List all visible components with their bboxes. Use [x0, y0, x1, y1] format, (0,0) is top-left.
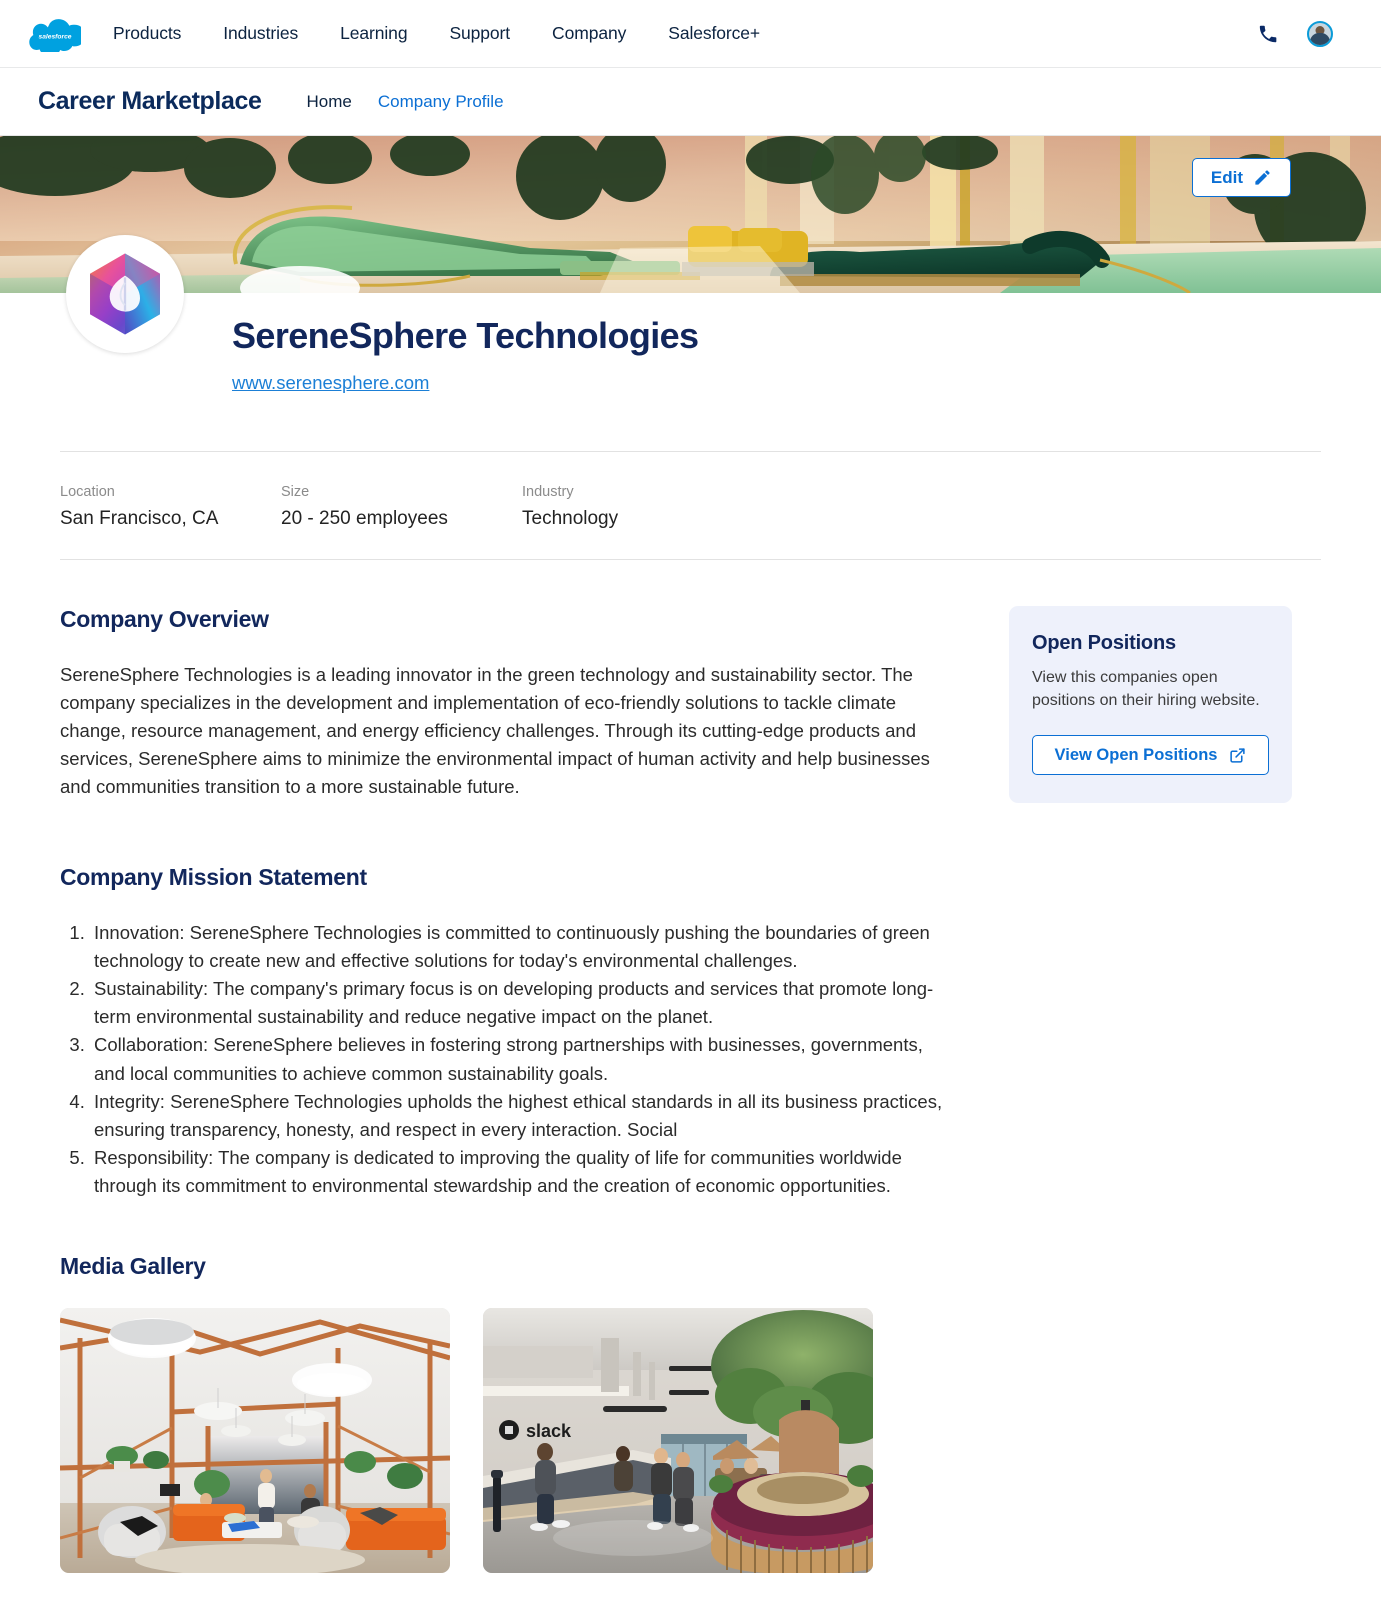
company-overview-title: Company Overview: [60, 606, 269, 632]
nav-item-company[interactable]: Company: [531, 23, 647, 44]
salesforce-logo-icon[interactable]: salesforce: [27, 15, 83, 53]
media-gallery-section: Media Gallery slack: [0, 1201, 1381, 1613]
mission-title: Company Mission Statement: [60, 863, 367, 890]
nav-item-salesforce-plus[interactable]: Salesforce+: [647, 23, 781, 44]
external-link-icon: [1230, 748, 1246, 763]
edit-banner-button[interactable]: Edit: [1191, 158, 1291, 197]
view-open-positions-label: View Open Positions: [1054, 745, 1218, 764]
meta-industry-value: Technology: [522, 508, 619, 529]
career-marketplace-subnav: Career Marketplace Home Company Profile: [0, 68, 1381, 136]
slack-logo-on-wall: slack: [499, 1419, 572, 1441]
office-lounge-wood-frame-photo: [60, 1307, 450, 1573]
company-header: SereneSphere Technologies www.serenesphe…: [0, 235, 1381, 451]
svg-text:salesforce: salesforce: [38, 33, 71, 40]
company-name: SereneSphere Technologies: [232, 315, 699, 356]
svg-text:slack: slack: [526, 1421, 572, 1441]
mission-section: Company Mission Statement Innovation: Se…: [60, 864, 950, 1201]
nav-item-products[interactable]: Products: [99, 23, 202, 44]
gallery-image-2[interactable]: slack: [483, 1307, 873, 1573]
list-item: Integrity: SereneSphere Technologies uph…: [90, 1088, 950, 1144]
meta-location: Location San Francisco, CA: [60, 484, 281, 559]
salesforce-main-nav: Products Industries Learning Support Com…: [99, 23, 781, 44]
list-item: Sustainability: The company's primary fo…: [90, 975, 950, 1031]
edit-button-label: Edit: [1210, 167, 1243, 187]
list-item: Innovation: SereneSphere Technologies is…: [90, 919, 950, 975]
meta-size-value: 20 - 250 employees: [281, 508, 448, 529]
gallery-image-1[interactable]: [60, 1307, 450, 1573]
meta-location-value: San Francisco, CA: [60, 508, 219, 529]
open-positions-title: Open Positions: [1032, 632, 1176, 654]
hero-banner-image: [0, 136, 1381, 293]
mission-list: Innovation: SereneSphere Technologies is…: [60, 919, 950, 1201]
media-gallery-title: Media Gallery: [60, 1252, 206, 1279]
pencil-icon: [1255, 170, 1270, 185]
career-marketplace-brand: Career Marketplace: [38, 87, 262, 115]
serenesphere-hexagon-logo-icon: [90, 253, 160, 335]
main-content: Company Overview SereneSphere Technologi…: [0, 560, 1381, 1201]
company-website-link[interactable]: www.serenesphere.com: [232, 372, 429, 394]
media-gallery-row: slack: [60, 1307, 1321, 1573]
open-positions-description: View this companies open positions on th…: [1032, 669, 1260, 709]
sidebar-column: Open Positions View this companies open …: [1009, 606, 1292, 804]
company-identity: SereneSphere Technologies www.serenesphe…: [60, 293, 1321, 394]
meta-location-label: Location: [60, 484, 115, 500]
open-positions-card: Open Positions View this companies open …: [1009, 606, 1292, 804]
salesforce-topbar: salesforce Products Industries Learning …: [0, 0, 1381, 68]
subnav-link-home[interactable]: Home: [294, 92, 365, 112]
nav-item-learning[interactable]: Learning: [319, 23, 428, 44]
view-open-positions-button[interactable]: View Open Positions: [1032, 735, 1269, 776]
subnav-link-company-profile[interactable]: Company Profile: [365, 92, 517, 112]
avatar-body: [1310, 32, 1330, 45]
phone-icon[interactable]: [1257, 23, 1279, 45]
meta-industry: Industry Technology: [522, 484, 618, 559]
list-item: Responsibility: The company is dedicated…: [90, 1144, 950, 1200]
company-overview-text: SereneSphere Technologies is a leading i…: [60, 664, 930, 798]
user-avatar[interactable]: [1307, 20, 1333, 47]
meta-industry-label: Industry: [522, 484, 574, 500]
company-logo: [66, 235, 184, 353]
nav-item-support[interactable]: Support: [428, 23, 531, 44]
company-meta-row: Location San Francisco, CA Size 20 - 250…: [0, 452, 1381, 559]
list-item: Collaboration: SereneSphere believes in …: [90, 1031, 950, 1087]
topbar-actions: [1257, 20, 1351, 47]
content-column: Company Overview SereneSphere Technologi…: [60, 606, 950, 1201]
company-hero-banner: Edit: [0, 136, 1381, 293]
meta-size-label: Size: [281, 484, 310, 500]
nav-item-industries[interactable]: Industries: [202, 23, 319, 44]
slack-office-lobby-photo: slack: [483, 1307, 873, 1573]
meta-size: Size 20 - 250 employees: [281, 484, 522, 559]
